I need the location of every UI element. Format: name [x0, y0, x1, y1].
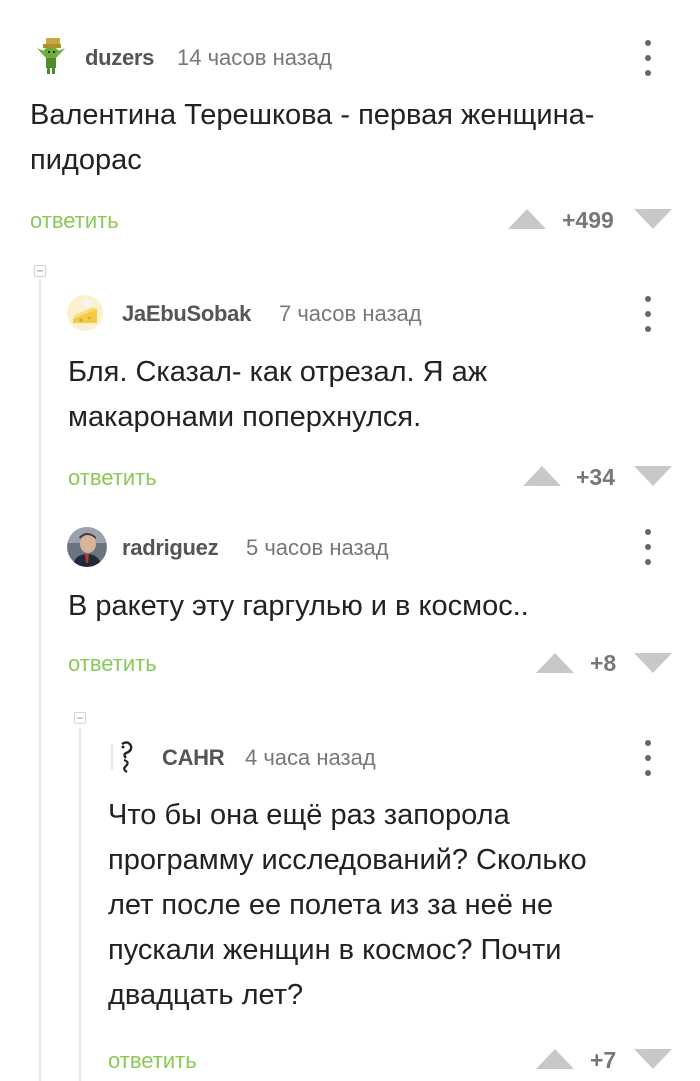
- reply-button[interactable]: ответить: [68, 465, 157, 491]
- comment-text: Бля. Сказал- как отрезал. Я аж макаронам…: [68, 356, 488, 433]
- thread-line: [79, 728, 81, 1081]
- username[interactable]: duzers: [85, 45, 154, 71]
- timestamp: 4 часа назад: [245, 745, 376, 770]
- comment-text: Что бы она ещё раз запорола программу ис…: [108, 799, 587, 1011]
- timestamp: 5 часов назад: [246, 535, 389, 560]
- username[interactable]: radriguez: [122, 535, 219, 561]
- comment-text: Валентина Терешкова - первая женщина- пи…: [30, 99, 595, 176]
- sketch-avatar-icon: [111, 741, 133, 773]
- comment-text: В ракету эту гаргулью и в космос..: [68, 590, 529, 622]
- user-avatar[interactable]: [67, 527, 107, 567]
- user-avatar[interactable]: [108, 738, 144, 774]
- cheese-avatar-icon: [67, 295, 103, 331]
- username[interactable]: CAHR: [162, 745, 225, 771]
- rating: +8: [590, 650, 617, 676]
- rating: +499: [562, 207, 614, 233]
- upvote-icon[interactable]: [536, 653, 574, 673]
- downvote-icon[interactable]: [634, 1049, 672, 1069]
- timestamp: 7 часов назад: [279, 301, 422, 326]
- timestamp: 14 часов назад: [177, 45, 332, 70]
- photo-avatar-icon: [67, 527, 107, 567]
- collapse-thread-icon[interactable]: [74, 712, 86, 724]
- more-options-icon[interactable]: [642, 296, 654, 332]
- thread-line: [39, 280, 41, 1081]
- reply-button[interactable]: ответить: [68, 651, 157, 677]
- upvote-icon[interactable]: [536, 1049, 574, 1069]
- user-avatar[interactable]: [33, 38, 69, 74]
- green-goblin-avatar-icon: [37, 38, 65, 74]
- username[interactable]: JaEbuSobak: [122, 301, 251, 327]
- reply-button[interactable]: ответить: [30, 208, 119, 234]
- rating: +34: [576, 464, 616, 490]
- reply-button[interactable]: ответить: [108, 1048, 197, 1074]
- more-options-icon[interactable]: [642, 40, 654, 76]
- rating: +7: [590, 1047, 617, 1073]
- downvote-icon[interactable]: [634, 209, 672, 229]
- more-options-icon[interactable]: [642, 529, 654, 565]
- downvote-icon[interactable]: [634, 653, 672, 673]
- user-avatar[interactable]: [67, 295, 103, 331]
- more-options-icon[interactable]: [642, 740, 654, 776]
- collapse-thread-icon[interactable]: [34, 265, 46, 277]
- downvote-icon[interactable]: [634, 466, 672, 486]
- upvote-icon[interactable]: [508, 209, 546, 229]
- upvote-icon[interactable]: [523, 466, 561, 486]
